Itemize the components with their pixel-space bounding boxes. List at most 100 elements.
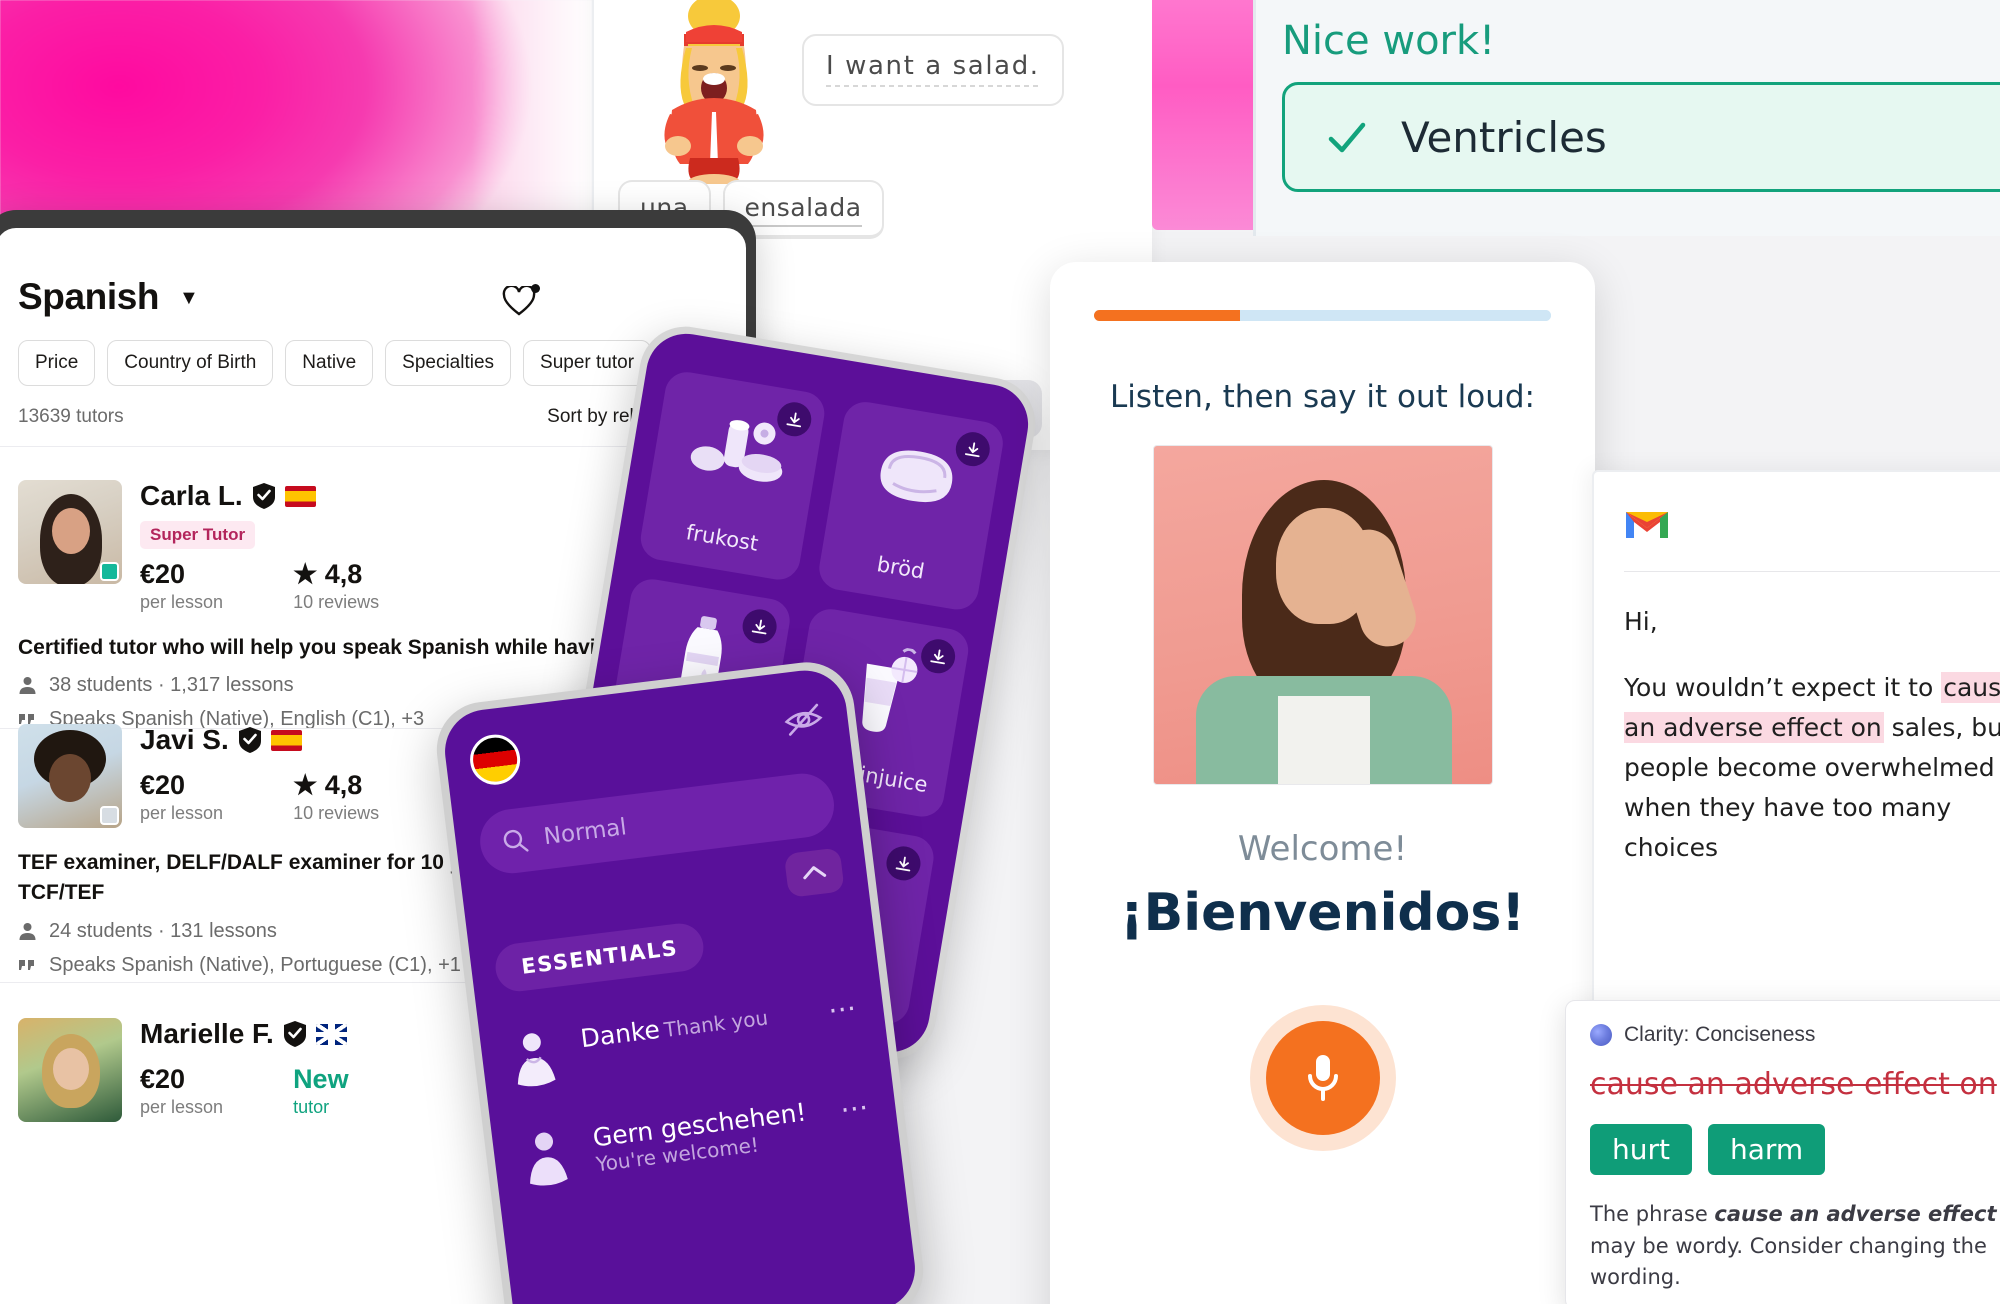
grammarly-suggestion-card: Clarity: Conciseness cause an adverse ef… [1565,1000,2000,1304]
tutor-reviews: 10 reviews [293,592,380,612]
lesson-photo [1152,445,1493,785]
explanation-before: The phrase [1590,1202,1715,1226]
tutor-students: 24 students · 131 lessons [49,919,277,942]
tutor-name-row: Marielle F. [140,1018,349,1050]
quote-icon [19,959,34,970]
chevron-up-icon [803,866,827,880]
breakfast-icon [683,400,792,500]
screenshot-collage: I want a salad. una ensalada Nice work! … [0,0,2000,1304]
email-greeting: Hi, [1624,607,1658,636]
tutor-country-flag [315,1023,347,1045]
results-meta-row: 13639 tutors Sort by relevance [18,406,724,428]
duolingo-word-chip-label: ensalada [744,193,862,227]
tutor-avatar [18,480,122,584]
bread-icon [864,430,968,525]
suggestion-explanation: The phrase cause an adverse effect on ma… [1590,1199,2000,1294]
tutor-price: €20 [140,1064,186,1094]
explanation-phrase: cause an adverse effect on [1714,1202,2000,1226]
tutor-name: Javi S. [140,724,229,755]
phrase-english: Welcome! [1237,829,1408,869]
language-selector[interactable]: Spanish ▼ [18,276,199,318]
memrise-word-label: bröd [875,552,927,584]
tutor-price-sub: per lesson [140,1097,224,1117]
suggestion-category-row: Clarity: Conciseness [1590,1023,2000,1047]
email-compose-panel: Hi, You wouldn’t expect it to cause an a… [1592,470,2000,1030]
tutor-reviews: 10 reviews [293,803,380,823]
email-paragraph: You wouldn’t expect it to cause an adver… [1624,668,2000,868]
results-count: 13639 tutors [18,406,124,427]
vocab-list-item[interactable]: Danke Thank you ⋯ [504,990,865,1093]
super-tutor-badge: Super Tutor [140,521,256,549]
divider [1624,571,2000,572]
suggestion-category: Clarity: Conciseness [1624,1023,1816,1046]
tutor-country-flag [270,729,302,751]
eye-off-icon[interactable] [782,700,826,744]
section-header: ESSENTIALS [492,920,707,994]
search-input-value: Normal [542,814,629,851]
duolingo-answer-underline [826,85,1040,87]
search-input[interactable]: Normal [476,769,838,877]
vocab-word: Danke [579,1014,662,1054]
person-icon [19,922,36,940]
microphone-icon [1307,1055,1338,1101]
download-icon[interactable] [740,606,780,646]
tutor-reviews: tutor [293,1097,330,1117]
suggestion-option[interactable]: hurt [1590,1124,1692,1175]
download-icon[interactable] [883,843,924,883]
tutor-country-flag [284,485,316,507]
tutor-name-row: Javi S. [140,724,379,756]
lesson-progress-fill [1094,310,1241,321]
quiz-result-title: Nice work! [1282,18,1496,64]
tutor-rating: ★ 4,8 [293,559,363,589]
email-text-before: You wouldn’t expect it to [1624,673,1942,702]
lesson-progress-bar [1094,310,1551,321]
pronunciation-lesson-card: Listen, then say it out loud: Welcome! ¡… [1050,262,1595,1304]
quiz-answer-text: Ventricles [1401,112,1607,162]
verified-shield-icon [252,483,275,509]
more-icon[interactable]: ⋯ [838,1090,873,1127]
suggestion-option[interactable]: harm [1707,1124,1826,1175]
quiz-correct-answer[interactable]: Ventricles [1282,82,2000,192]
verified-shield-icon [283,1021,306,1047]
memrise-word-tile[interactable]: frukost [637,368,828,583]
vocab-translation: Thank you [662,1005,770,1042]
record-button-halo [1249,1005,1396,1151]
duolingo-answer-bubble: I want a salad. [802,34,1064,106]
chevron-down-icon: ▼ [179,287,199,309]
person-icon [19,677,36,695]
gmail-icon [1626,512,1668,538]
check-icon [1328,122,1366,153]
tutor-name: Carla L. [140,480,243,511]
favorites-heart-icon[interactable] [502,284,540,316]
email-body[interactable]: Hi, You wouldn’t expect it to cause an a… [1624,602,2000,868]
record-button[interactable] [1265,1021,1380,1135]
memrise-word-label: frukost [684,520,761,556]
more-icon[interactable]: ⋯ [826,990,861,1027]
tutor-price-sub: per lesson [140,592,224,612]
lesson-progress-track [1240,310,1551,321]
vocab-list-item[interactable]: Gern geschehen! You're welcome! ⋯ [516,1090,877,1193]
filter-super-tutor[interactable]: Super tutor [523,340,652,386]
tutor-name: Marielle F. [140,1018,274,1049]
search-icon [503,829,529,852]
pink-gradient-photo [0,0,592,216]
filter-country-of-birth[interactable]: Country of Birth [107,340,274,386]
tutor-rating: New [293,1064,349,1094]
language-selector-label: Spanish [18,276,160,317]
memrise-word-tile[interactable]: bröd [816,398,1007,613]
favorites-notification-dot [531,284,540,293]
original-phrase: cause an adverse effect on [1590,1067,1997,1102]
collapse-section-button[interactable] [783,847,845,898]
tutor-price: €20 [140,770,186,800]
suggestion-list: hurt harm [1590,1124,2000,1175]
course-language-flag[interactable] [467,731,523,788]
tutor-speaks: Speaks Spanish (Native), Portuguese (C1)… [49,953,461,976]
verified-shield-icon [238,727,261,753]
tutor-avatar [18,724,122,828]
filter-specialties[interactable]: Specialties [385,340,512,386]
vocab-illustration-icon [504,1027,565,1093]
filter-price[interactable]: Price [18,340,96,386]
tutor-name-row: Carla L. [140,480,379,512]
lesson-prompt: Listen, then say it out loud: [1110,379,1535,415]
filter-native[interactable]: Native [285,340,374,386]
